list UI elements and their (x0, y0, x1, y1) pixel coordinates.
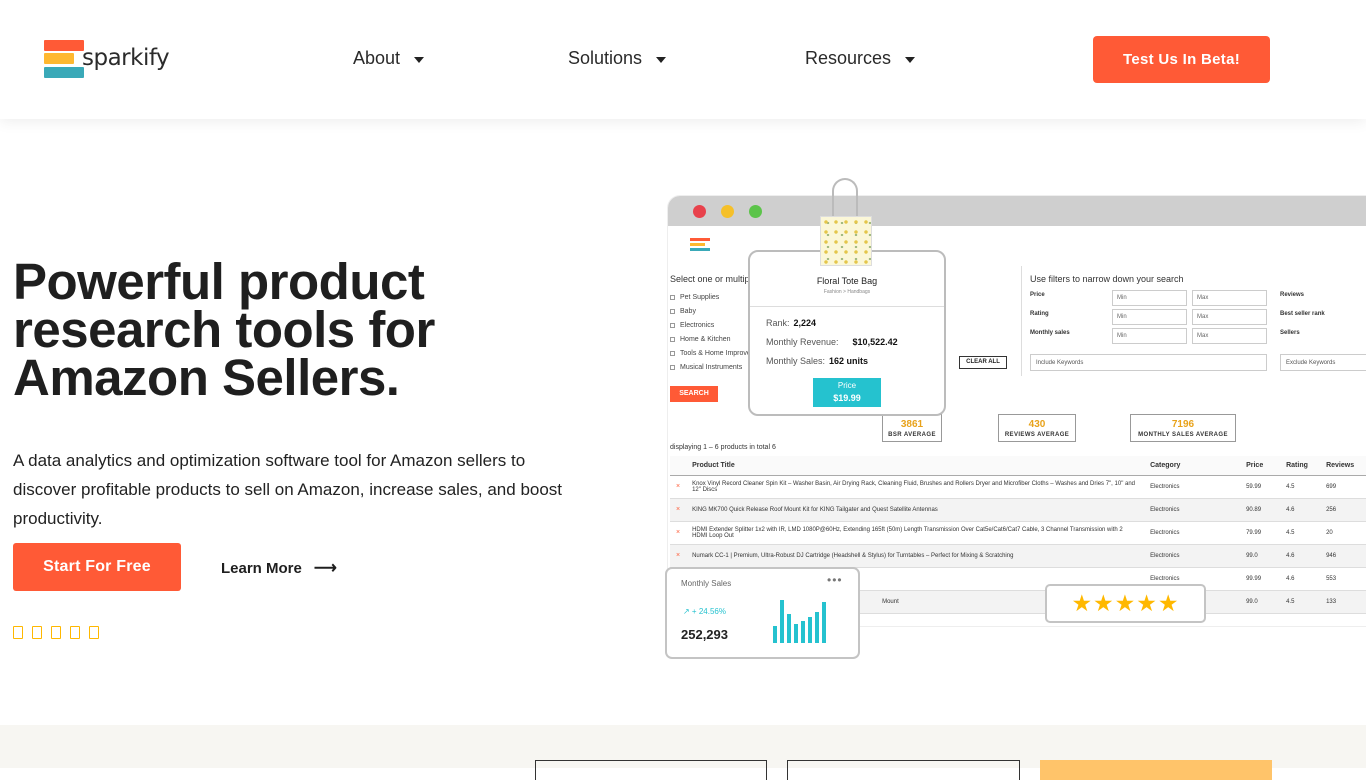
stat-monthly-sales: 7196 MONTHLY SALES AVERAGE (1130, 414, 1236, 442)
nav-solutions-label: Solutions (568, 48, 643, 68)
test-beta-button[interactable]: Test Us In Beta! (1093, 36, 1270, 83)
product-detail-card: Floral Tote Bag Fashion > Handbags Rank:… (748, 250, 946, 416)
nav-about-label: About (353, 48, 401, 68)
exclude-keywords-field[interactable]: Exclude Keywords (1280, 354, 1366, 371)
nav-about[interactable]: About (353, 48, 425, 69)
col-reviews: Reviews (1320, 456, 1366, 476)
chevron-down-icon (656, 56, 667, 63)
sales-bar (787, 614, 791, 643)
window-titlebar (668, 196, 1366, 226)
filter-label-rating: Rating (1030, 311, 1049, 317)
sales-change: ↗ + 24.56% (683, 607, 726, 616)
minimize-dot-icon (721, 205, 734, 218)
table-row[interactable]: × KING MK700 Quick Release Roof Mount Kit… (670, 498, 1366, 522)
learn-more-link[interactable]: Learn More ⟶ (221, 558, 337, 578)
sales-bar-chart (773, 595, 835, 643)
sales-max-field[interactable]: Max (1192, 328, 1267, 344)
col-price: Price (1240, 456, 1281, 476)
sales-bar (815, 612, 819, 643)
sales-value: 252,293 (681, 627, 728, 642)
nav-resources-label: Resources (805, 48, 892, 68)
clear-all-button[interactable]: CLEAR ALL (959, 356, 1007, 369)
product-rank: Rank: 2,224 (766, 318, 817, 328)
star-icon (70, 626, 80, 639)
col-product-title: Product Title (686, 456, 1145, 476)
start-for-free-button[interactable]: Start For Free (13, 543, 181, 591)
logo-mark-icon (44, 40, 86, 79)
rating-min-field[interactable]: Min (1112, 309, 1187, 325)
price-min-field[interactable]: Min (1112, 290, 1187, 306)
filter-label-monthly-sales: Monthly sales (1030, 330, 1070, 336)
maximize-dot-icon (749, 205, 762, 218)
site-header: sparkify About Solutions Resources Test … (0, 0, 1366, 119)
rating-max-field[interactable]: Max (1192, 309, 1267, 325)
nav-resources[interactable]: Resources (805, 48, 916, 69)
stat-bsr: 3861 BSR AVERAGE (882, 414, 942, 442)
sales-bar (822, 602, 826, 643)
sales-bar (780, 600, 784, 643)
nav-solutions[interactable]: Solutions (568, 48, 667, 69)
star-icon (32, 626, 42, 639)
more-dots-icon[interactable]: ••• (827, 573, 843, 587)
tote-bag-image (818, 178, 874, 266)
product-category: Fashion > Handbags (823, 289, 871, 295)
product-sales: Monthly Sales: 162 units (766, 356, 869, 366)
sales-bar (773, 626, 777, 643)
mockup-logo-icon (690, 238, 710, 253)
product-name: Floral Tote Bag (816, 276, 878, 286)
include-keywords-field[interactable]: Include Keywords (1030, 354, 1267, 371)
table-row[interactable]: × Numark CC-1 | Premium, Ultra-Robust DJ … (670, 544, 1366, 568)
chevron-down-icon (414, 56, 425, 63)
star-icon (13, 626, 23, 639)
next-section (0, 725, 1366, 780)
filter-label-bsr: Best seller rank (1280, 311, 1325, 317)
hero-description: A data analytics and optimization softwa… (13, 451, 563, 528)
filter-label-sellers: Sellers (1280, 330, 1300, 336)
section-card (787, 760, 1020, 780)
star-icon (51, 626, 61, 639)
price-max-field[interactable]: Max (1192, 290, 1267, 306)
price-badge: Price $19.99 (813, 378, 881, 407)
hero-title: Powerful product research tools for Amaz… (13, 253, 435, 406)
monthly-sales-title: Monthly Sales (681, 579, 732, 588)
col-rating: Rating (1280, 456, 1321, 476)
section-card (1040, 760, 1272, 780)
sales-bar (794, 624, 798, 643)
filter-panel: Use filters to narrow down your search P… (1021, 266, 1366, 376)
product-revenue: Monthly Revenue: $10,522.42 (766, 337, 898, 347)
table-row[interactable]: × Knox Vinyl Record Cleaner Spin Kit – Wa… (670, 475, 1366, 499)
arrow-right-icon: ⟶ (313, 560, 337, 577)
rating-icons (13, 626, 108, 639)
sales-bar (808, 617, 812, 643)
logo-text: sparkify (82, 44, 170, 71)
search-button[interactable]: SEARCH (670, 386, 718, 402)
col-category: Category (1144, 456, 1241, 476)
results-count: displaying 1 – 6 products in total 6 (670, 444, 776, 451)
logo[interactable]: sparkify (44, 40, 170, 79)
table-row[interactable]: × HDMI Extender Splitter 1x2 with IR, LMD… (670, 521, 1366, 545)
sales-bar (801, 621, 805, 643)
filter-label-price: Price (1030, 292, 1045, 298)
learn-more-label: Learn More (221, 559, 302, 577)
rating-card: ★★★★★ (1045, 584, 1206, 623)
star-icon (89, 626, 99, 639)
section-card (535, 760, 767, 780)
close-dot-icon (693, 205, 706, 218)
monthly-sales-card: Monthly Sales ••• ↗ + 24.56% 252,293 (665, 567, 860, 659)
filter-title: Use filters to narrow down your search (1030, 274, 1184, 284)
filter-label-reviews: Reviews (1280, 292, 1305, 298)
stat-reviews: 430 REVIEWS AVERAGE (998, 414, 1076, 442)
chevron-down-icon (905, 56, 916, 63)
sales-min-field[interactable]: Min (1112, 328, 1187, 344)
